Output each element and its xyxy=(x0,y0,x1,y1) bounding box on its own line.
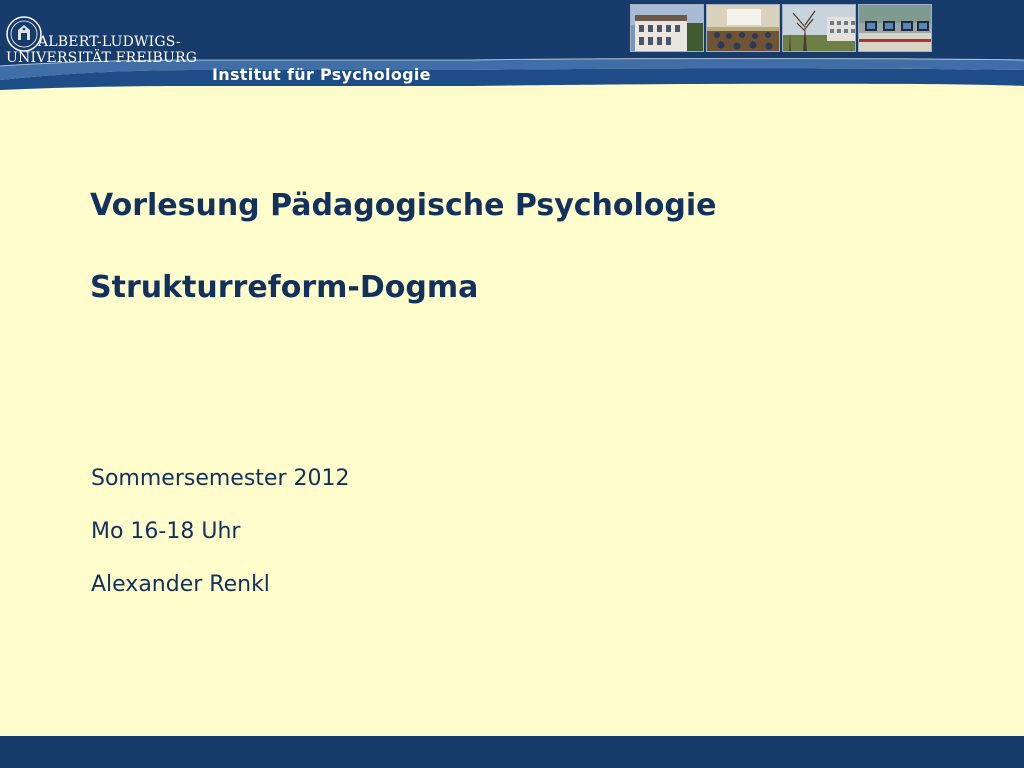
university-name-line2: UNIVERSITÄT FREIBURG xyxy=(6,50,198,66)
institute-name: Institut für Psychologie xyxy=(212,65,431,84)
slide-title: Vorlesung Pädagogische Psychologie xyxy=(90,188,717,223)
slide-header: ALBERT-LUDWIGS- UNIVERSITÄT FREIBURG Ins… xyxy=(0,0,1024,92)
semester-text: Sommersemester 2012 xyxy=(91,466,350,491)
campus-trees-photo xyxy=(782,4,856,52)
slide: ALBERT-LUDWIGS- UNIVERSITÄT FREIBURG Ins… xyxy=(0,0,1024,768)
slide-subtitle: Strukturreform-Dogma xyxy=(90,270,479,305)
time-text: Mo 16-18 Uhr xyxy=(91,519,241,544)
slide-info: Sommersemester 2012 Mo 16-18 Uhr Alexand… xyxy=(91,452,349,611)
computer-lab-photo xyxy=(858,4,932,52)
slide-footer-band xyxy=(0,736,1024,768)
university-name: ALBERT-LUDWIGS- UNIVERSITÄT FREIBURG xyxy=(6,34,197,66)
lecture-hall-photo xyxy=(706,4,780,52)
header-photo-strip xyxy=(630,4,932,52)
lecturer-text: Alexander Renkl xyxy=(91,572,270,597)
building-photo xyxy=(630,4,704,52)
university-name-line1: ALBERT-LUDWIGS- xyxy=(38,34,181,50)
